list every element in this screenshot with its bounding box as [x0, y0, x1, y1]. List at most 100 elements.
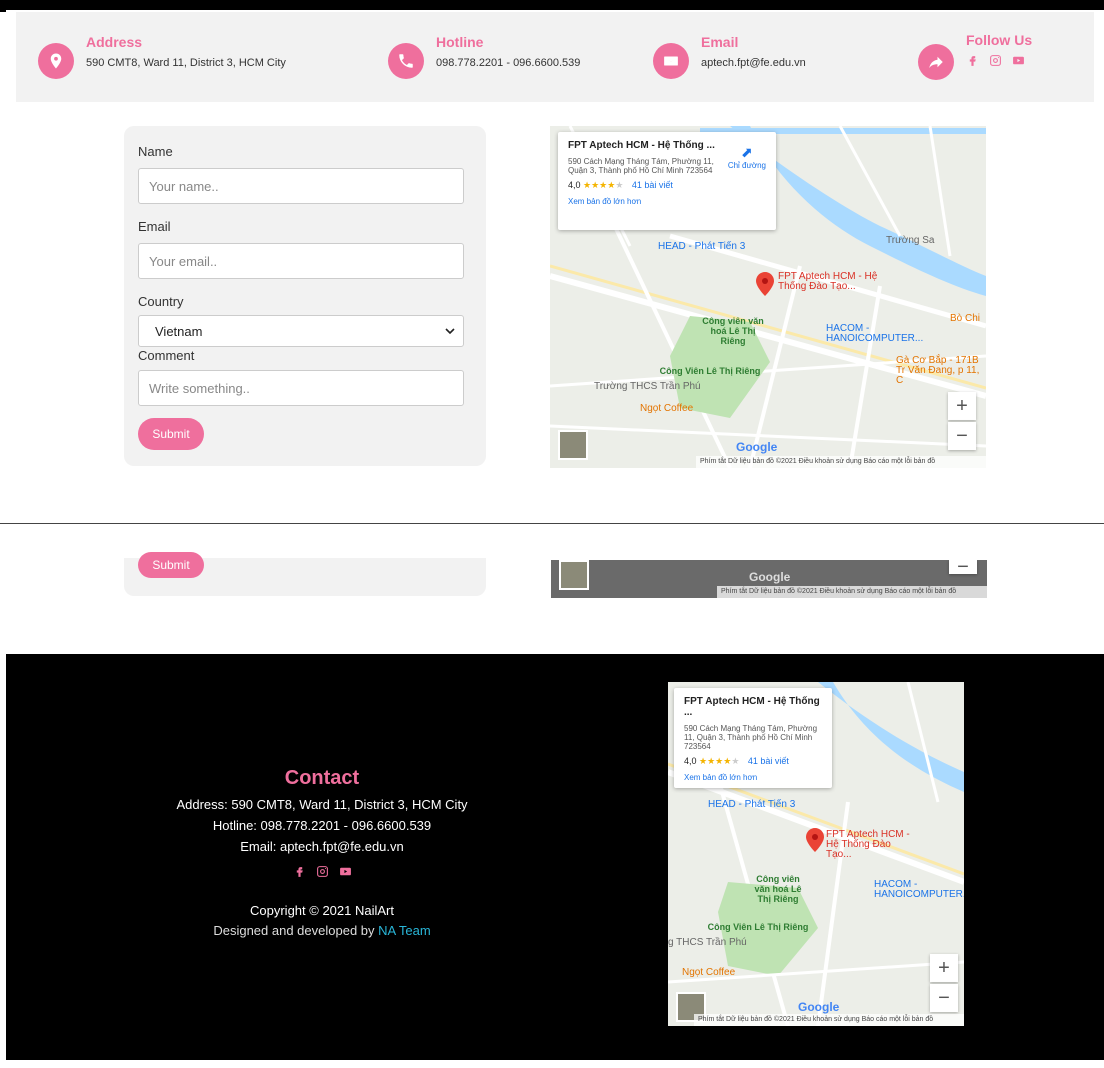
email-input[interactable]: Your email..	[138, 243, 464, 279]
footer-reviews-link[interactable]: 41 bài viết	[748, 756, 789, 766]
hotline-info: Hotline 098.778.2201 - 096.6600.539	[388, 34, 580, 79]
submit-button-partial[interactable]: Submit	[138, 552, 204, 578]
google-logo-partial: Google	[749, 570, 791, 584]
contact-form: Name Your name.. Email Your email.. Coun…	[124, 126, 486, 466]
footer-address: Address: 590 CMT8, Ward 11, District 3, …	[176, 797, 468, 812]
address-info: Address 590 CMT8, Ward 11, District 3, H…	[38, 34, 286, 79]
footer-park-label: Công viên văn hoá Lê Thị Riêng	[754, 874, 802, 904]
ga-co-bap-label: Gà Cơ Bắp - 171B Tr Văn Đang, p 11, C	[896, 355, 980, 386]
contact-info-strip: Address 590 CMT8, Ward 11, District 3, H…	[16, 12, 1094, 102]
embedded-map[interactable]: FPT Aptech HCM - Hệ Thống ... 590 Cách M…	[550, 126, 986, 468]
footer-zoom-out-button[interactable]: −	[930, 984, 958, 1012]
place-rating: 4,0 ★★★★★ 41 bài viết	[568, 180, 766, 191]
contact-form-partial: Submit	[124, 552, 486, 596]
larger-map-link[interactable]: Xem bản đồ lớn hơn	[568, 197, 766, 206]
hotline-text: 098.778.2201 - 096.6600.539	[436, 57, 581, 69]
park-label: Công viên văn hoá Lê Thị Riêng	[702, 316, 764, 346]
social-links	[966, 54, 1032, 72]
section-divider	[0, 523, 1104, 524]
zoom-out-button[interactable]: −	[948, 422, 976, 450]
footer-hacom-label: HACOM - HANOICOMPUTER...	[874, 879, 964, 900]
copyright-text: Copyright © 2021 NailArt	[250, 903, 394, 918]
designed-prefix: Designed and developed by	[213, 923, 379, 938]
zoom-in-button[interactable]: +	[948, 392, 976, 420]
footer-google-logo: Google	[798, 1000, 840, 1014]
satellite-toggle[interactable]	[558, 430, 588, 460]
footer-rating-empty-star: ★	[731, 756, 740, 766]
directions-icon: ⬈	[741, 144, 753, 160]
footer-park-label-2: Công Viên Lê Thị Riêng	[707, 922, 809, 932]
footer-place-rating: 4,0 ★★★★★ 41 bài viết	[684, 756, 822, 767]
satellite-toggle-partial[interactable]	[559, 560, 589, 590]
share-icon	[918, 44, 954, 80]
youtube-icon[interactable]	[1012, 54, 1025, 72]
footer-place-address: 590 Cách Mạng Tháng Tám, Phường 11, Quận…	[684, 724, 818, 751]
footer-larger-map-link[interactable]: Xem bản đồ lớn hơn	[684, 773, 822, 782]
footer-zoom-in-button[interactable]: +	[930, 954, 958, 982]
map-pin-icon[interactable]	[756, 272, 774, 296]
coffee-label: Ngọt Coffee	[640, 403, 694, 414]
address-text: 590 CMT8, Ward 11, District 3, HCM City	[86, 57, 286, 69]
place-info-popup: FPT Aptech HCM - Hệ Thống ... 590 Cách M…	[558, 132, 776, 230]
submit-button[interactable]: Submit	[138, 418, 204, 450]
rating-empty-star: ★	[615, 180, 624, 190]
chevron-down-icon	[445, 328, 455, 335]
facebook-icon[interactable]	[293, 865, 306, 883]
facebook-icon[interactable]	[966, 54, 979, 72]
footer-place-popup: FPT Aptech HCM - Hệ Thống ... 590 Cách M…	[674, 688, 832, 788]
school-label: Trường THCS Trần Phú	[594, 381, 701, 392]
park-label-2: Công Viên Lê Thị Riêng	[659, 366, 761, 376]
hacom-label: HACOM - HANOICOMPUTER...	[826, 323, 924, 344]
country-value: Vietnam	[155, 324, 203, 339]
country-label: Country	[138, 294, 184, 309]
site-footer: Contact Address: 590 CMT8, Ward 11, Dist…	[6, 654, 1104, 1060]
team-link[interactable]: NA Team	[378, 923, 431, 938]
location-pin-icon	[38, 43, 74, 79]
email-text: aptech.fpt@fe.edu.vn	[701, 57, 806, 69]
rating-value: 4,0	[568, 180, 581, 190]
embedded-map-partial[interactable]: − Google Phím tắt Dữ liệu bản đồ ©2021 Đ…	[551, 560, 987, 598]
bo-chi-label: Bò Chi	[950, 313, 981, 324]
hotline-title: Hotline	[436, 34, 484, 50]
follow-info: Follow Us	[918, 32, 1032, 80]
instagram-icon[interactable]	[316, 865, 329, 883]
place-address: 590 Cách Mạng Tháng Tám, Phường 11, Quận…	[568, 157, 714, 175]
footer-map-pin-icon[interactable]	[806, 828, 824, 852]
country-select[interactable]: Vietnam	[138, 315, 464, 347]
rating-stars: ★★★★	[583, 180, 616, 190]
footer-email: Email: aptech.fpt@fe.edu.vn	[240, 839, 404, 854]
phone-icon	[388, 43, 424, 79]
footer-social-links	[6, 865, 638, 883]
reviews-link[interactable]: 41 bài viết	[632, 180, 673, 190]
youtube-icon[interactable]	[339, 865, 352, 883]
footer-place-title: FPT Aptech HCM - Hệ Thống ...	[684, 696, 820, 718]
name-input[interactable]: Your name..	[138, 168, 464, 204]
name-label: Name	[138, 144, 173, 159]
envelope-icon	[653, 43, 689, 79]
footer-hotline: Hotline: 098.778.2201 - 096.6600.539	[212, 818, 432, 833]
comment-textarea[interactable]: Write something..	[138, 370, 464, 406]
footer-head-label: HEAD - Phát Tiến 3	[708, 799, 796, 810]
email-label: Email	[138, 219, 171, 234]
footer-rating-value: 4,0	[684, 756, 697, 766]
email-title: Email	[701, 34, 739, 50]
top-bar-corner	[0, 10, 6, 12]
footer-rating-stars: ★★★★	[699, 756, 732, 766]
footer-contact: Contact Address: 590 CMT8, Ward 11, Dist…	[6, 766, 638, 941]
footer-coffee-label: Ngọt Coffee	[682, 967, 736, 978]
address-title: Address	[86, 34, 143, 50]
instagram-icon[interactable]	[989, 54, 1002, 72]
directions-button[interactable]: ⬈ Chỉ đường	[728, 144, 766, 170]
pin-label: FPT Aptech HCM - Hệ Thống Đào Tạo...	[778, 271, 878, 292]
zoom-out-button-partial[interactable]: −	[949, 560, 977, 578]
comment-label: Comment	[138, 348, 195, 363]
footer-map-links[interactable]: Phím tắt Dữ liệu bản đồ ©2021 Điều khoản…	[694, 1014, 964, 1026]
footer-map[interactable]: FPT Aptech HCM - Hệ Thống ... 590 Cách M…	[668, 682, 964, 1026]
truong-sa-label: Trường Sa	[886, 235, 935, 246]
email-info: Email aptech.fpt@fe.edu.vn	[653, 34, 806, 79]
footer-pin-label: FPT Aptech HCM - Hệ Thống Đào Tạo...	[826, 829, 910, 860]
head-label: HEAD - Phát Tiến 3	[658, 241, 746, 252]
map-footer-links-partial[interactable]: Phím tắt Dữ liệu bản đồ ©2021 Điều khoản…	[717, 586, 987, 598]
map-footer-links[interactable]: Phím tắt Dữ liệu bản đồ ©2021 Điều khoản…	[696, 456, 986, 468]
google-logo: Google	[736, 440, 778, 454]
